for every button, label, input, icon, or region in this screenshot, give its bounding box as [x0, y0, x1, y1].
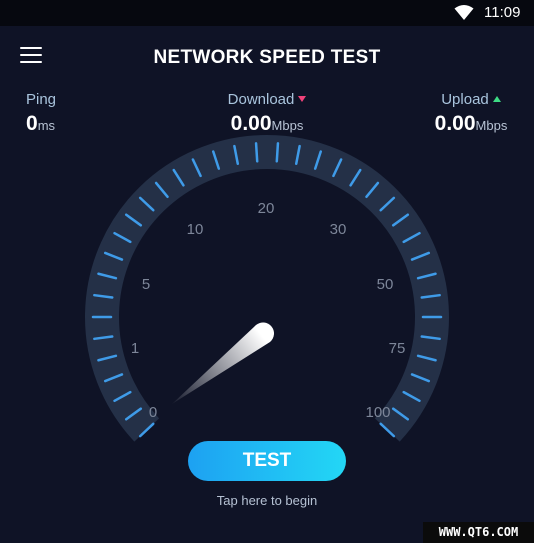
scale-label-10: 10	[187, 221, 204, 238]
gauge-tick	[275, 142, 280, 163]
scale-label-20: 20	[258, 200, 275, 217]
gauge-scale-labels: 0 1 5 10 20 30 50 75 100	[131, 200, 406, 421]
gauge-needle	[172, 322, 275, 404]
begin-hint: Tap here to begin	[216, 493, 318, 508]
watermark-logo: WWW.QT6.COM	[423, 522, 534, 543]
scale-label-75: 75	[389, 340, 406, 357]
scale-label-1: 1	[131, 340, 139, 357]
gauge-tick	[254, 142, 259, 163]
scale-label-50: 50	[377, 276, 394, 293]
test-button[interactable]: TEST	[188, 441, 346, 481]
scale-label-100: 100	[365, 404, 390, 421]
scale-label-5: 5	[142, 276, 150, 293]
scale-label-0: 0	[149, 404, 157, 421]
scale-label-30: 30	[330, 221, 347, 238]
